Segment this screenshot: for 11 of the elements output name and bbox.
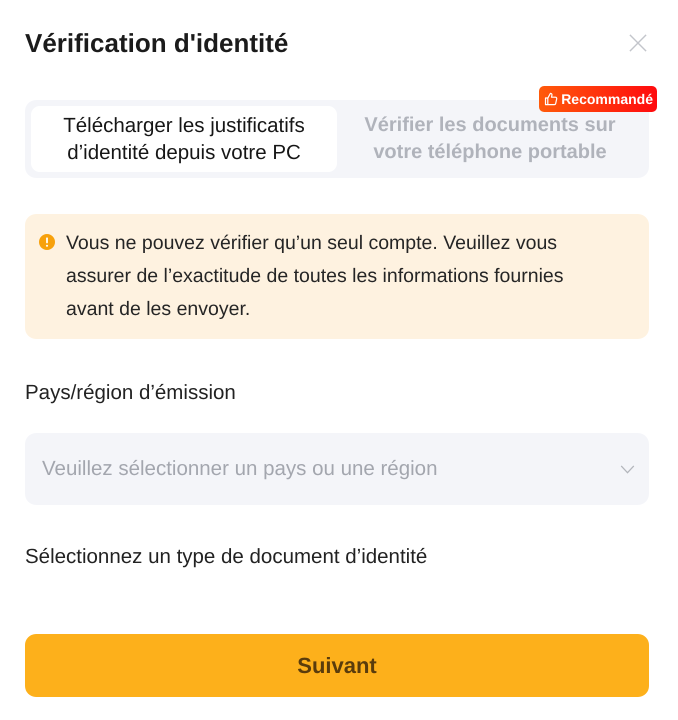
warning-icon — [39, 234, 55, 250]
thumbs-up-icon — [544, 92, 558, 106]
dialog-title: Vérification d'identité — [25, 27, 288, 60]
section-label: Sélectionnez un type de document d’identité — [25, 545, 428, 569]
field-label: Pays/région d’émission — [25, 381, 237, 405]
close-icon[interactable] — [629, 34, 647, 52]
chevron-down-icon — [620, 464, 635, 474]
next-button[interactable]: Suivant — [25, 634, 649, 697]
recommended-badge: Recommandé — [539, 86, 657, 112]
notice-text: Vous ne pouvez vérifier qu’un seul compte. Veuillez vous assurer de l’exactitude de toutes les informations fournies avant de les envoyer. — [66, 231, 565, 322]
tab[interactable]: Télécharger les justificatifs d’identité depuis votre PC — [31, 106, 337, 172]
